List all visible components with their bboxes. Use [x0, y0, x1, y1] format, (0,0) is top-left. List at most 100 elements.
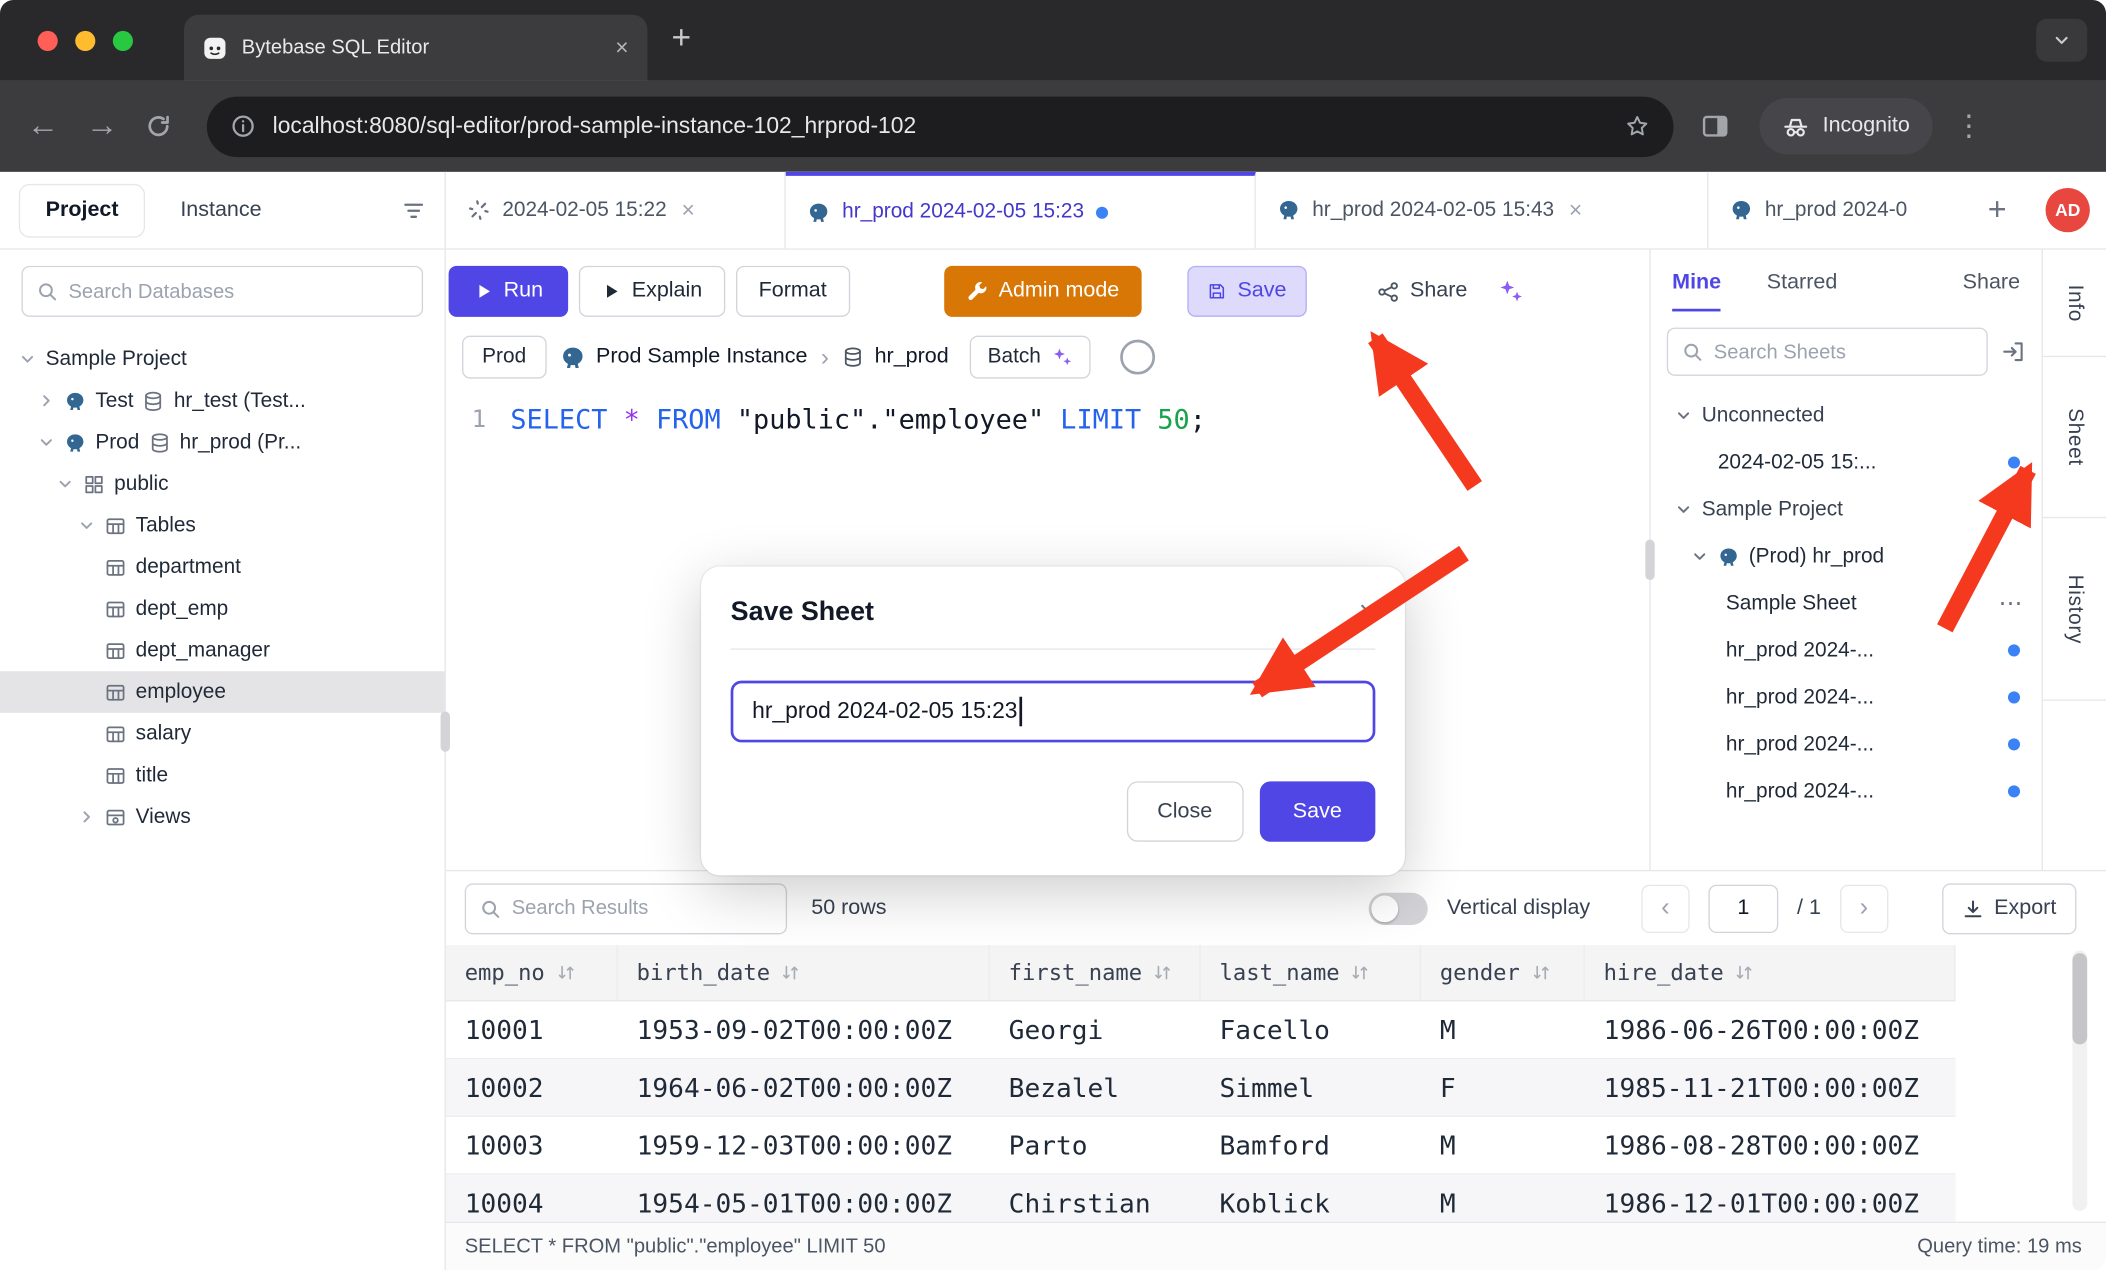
sheet-item[interactable]: hr_prod 2024-... [1651, 674, 2042, 721]
run-button[interactable]: Run [449, 266, 569, 317]
chevron-down-icon[interactable] [1691, 548, 1708, 565]
reload-button[interactable] [145, 113, 172, 140]
tree-item-table-department[interactable]: department [0, 546, 445, 588]
browser-menu-button[interactable]: ⋮ [1954, 109, 1984, 144]
tab-mine[interactable]: Mine [1672, 271, 1721, 311]
chevron-down-icon[interactable] [38, 434, 55, 451]
tree-item-prod-db[interactable]: Prod hr_prod (Pr... [0, 422, 445, 464]
sort-icon[interactable] [1153, 963, 1173, 983]
database-crumb[interactable]: hr_prod [842, 345, 948, 369]
tree-item-tables[interactable]: Tables [0, 505, 445, 547]
bookmark-star-icon[interactable] [1625, 114, 1649, 138]
user-avatar[interactable]: AD [2046, 188, 2090, 232]
column-header[interactable]: emp_no [446, 945, 618, 1000]
column-header[interactable]: first_name [990, 945, 1201, 1000]
back-button[interactable]: ← [27, 107, 59, 145]
column-header[interactable]: last_name [1201, 945, 1421, 1000]
format-button[interactable]: Format [736, 266, 850, 317]
rail-tab-info[interactable]: Info [2043, 250, 2106, 357]
table-row[interactable]: 10002 1964-06-02T00:00:00Z Bezalel Simme… [446, 1059, 1956, 1117]
dialog-close-icon[interactable]: × [1359, 596, 1375, 628]
sort-icon[interactable] [556, 963, 576, 983]
dialog-save-button[interactable]: Save [1259, 781, 1375, 841]
tab-starred[interactable]: Starred [1767, 271, 1837, 295]
group-sample-project[interactable]: Sample Project [1651, 486, 2042, 533]
chevron-right-icon[interactable] [78, 808, 95, 825]
sidebar-resize-handle[interactable] [441, 712, 450, 752]
forward-button[interactable]: → [86, 107, 118, 145]
tree-item-test-db[interactable]: Test hr_test (Test... [0, 380, 445, 422]
tab-project[interactable]: Project [19, 183, 146, 237]
chevron-down-icon[interactable] [1675, 501, 1692, 518]
tree-item-table-title[interactable]: title [0, 754, 445, 796]
admin-mode-button[interactable]: Admin mode [944, 266, 1143, 317]
chevron-right-icon[interactable] [38, 392, 55, 409]
side-panel-icon[interactable] [1700, 111, 1730, 141]
window-minimize-button[interactable] [75, 30, 95, 50]
sort-icon[interactable] [1350, 963, 1370, 983]
ai-sparkles-icon[interactable] [1497, 278, 1524, 305]
browser-tab[interactable]: Bytebase SQL Editor × [184, 15, 647, 81]
database-search[interactable] [21, 266, 423, 317]
table-row[interactable]: 10004 1954-05-01T00:00:00Z Chirstian Kob… [446, 1175, 1956, 1222]
sheet-item[interactable]: Sample Sheet ⋯ [1651, 580, 2042, 627]
environment-chip[interactable]: Prod [462, 336, 546, 379]
sheet-item[interactable]: 2024-02-05 15:... [1651, 439, 2042, 486]
share-button[interactable]: Share [1371, 266, 1473, 317]
tab-search-button[interactable] [2036, 19, 2087, 62]
chevron-down-icon[interactable] [56, 475, 73, 492]
next-page-button[interactable]: › [1840, 884, 1888, 932]
rail-tab-sheet[interactable]: Sheet [2043, 357, 2106, 518]
sheet-item[interactable]: hr_prod 2024-... [1651, 627, 2042, 674]
sort-icon[interactable] [781, 963, 801, 983]
page-number-input[interactable] [1710, 896, 1777, 920]
new-tab-button[interactable]: + [672, 19, 692, 58]
sheet-item[interactable]: hr_prod 2024-... [1651, 768, 2042, 815]
tree-item-table-salary[interactable]: salary [0, 713, 445, 755]
window-close-button[interactable] [38, 30, 58, 50]
chevron-down-icon[interactable] [19, 350, 36, 367]
chevron-down-icon[interactable] [1675, 407, 1692, 424]
assistant-circle-icon[interactable] [1120, 340, 1155, 375]
window-zoom-button[interactable] [113, 30, 133, 50]
scrollbar-thumb[interactable] [2072, 953, 2087, 1044]
sheet-tab-1[interactable]: 2024-02-05 15:22 × [446, 172, 786, 249]
tab-share[interactable]: Share [1963, 271, 2020, 295]
tree-item-table-dept-emp[interactable]: dept_emp [0, 588, 445, 630]
results-search-input[interactable] [512, 897, 773, 920]
tree-item-project[interactable]: Sample Project [0, 338, 445, 380]
column-header[interactable]: gender [1421, 945, 1585, 1000]
column-header[interactable]: hire_date [1585, 945, 1956, 1000]
panel-resize-handle[interactable] [1645, 540, 1654, 580]
more-actions-icon[interactable]: ⋯ [1999, 589, 2023, 617]
instance-crumb[interactable]: Prod Sample Instance [560, 344, 808, 370]
tree-item-views[interactable]: Views [0, 796, 445, 838]
sheet-item[interactable]: hr_prod 2024-... [1651, 721, 2042, 768]
tab-instance[interactable]: Instance [180, 198, 261, 222]
table-row[interactable]: 10001 1953-09-02T00:00:00Z Georgi Facell… [446, 1001, 1956, 1059]
sort-icon[interactable] [1735, 963, 1755, 983]
sort-icon[interactable] [1531, 963, 1551, 983]
save-button[interactable]: Save [1188, 266, 1307, 317]
tree-item-table-dept-manager[interactable]: dept_manager [0, 630, 445, 672]
sheet-name-input[interactable]: hr_prod 2024-02-05 15:23 [731, 681, 1376, 743]
close-icon[interactable]: × [1569, 197, 1582, 224]
tree-item-schema-public[interactable]: public [0, 463, 445, 505]
group-unconnected[interactable]: Unconnected [1651, 392, 2042, 439]
column-header[interactable]: birth_date [618, 945, 990, 1000]
tab-close-icon[interactable]: × [615, 34, 628, 61]
grid-scrollbar[interactable] [2072, 950, 2087, 1210]
vertical-display-toggle[interactable] [1369, 892, 1428, 924]
rail-tab-history[interactable]: History [2043, 518, 2106, 701]
sheet-tab-4[interactable]: hr_prod 2024-0 [1708, 172, 1977, 249]
dialog-close-button[interactable]: Close [1126, 781, 1243, 841]
page-number-box[interactable] [1708, 884, 1778, 932]
add-sheet-button[interactable]: + [1988, 191, 2007, 229]
import-sheet-icon[interactable] [2001, 340, 2025, 364]
tree-item-table-employee[interactable]: employee [0, 671, 445, 713]
database-search-input[interactable] [68, 280, 408, 303]
sheet-tab-2-active[interactable]: hr_prod 2024-02-05 15:23 [786, 172, 1256, 249]
sheet-search[interactable] [1667, 328, 1988, 376]
site-info-icon[interactable] [231, 114, 255, 138]
close-icon[interactable]: × [681, 197, 694, 224]
